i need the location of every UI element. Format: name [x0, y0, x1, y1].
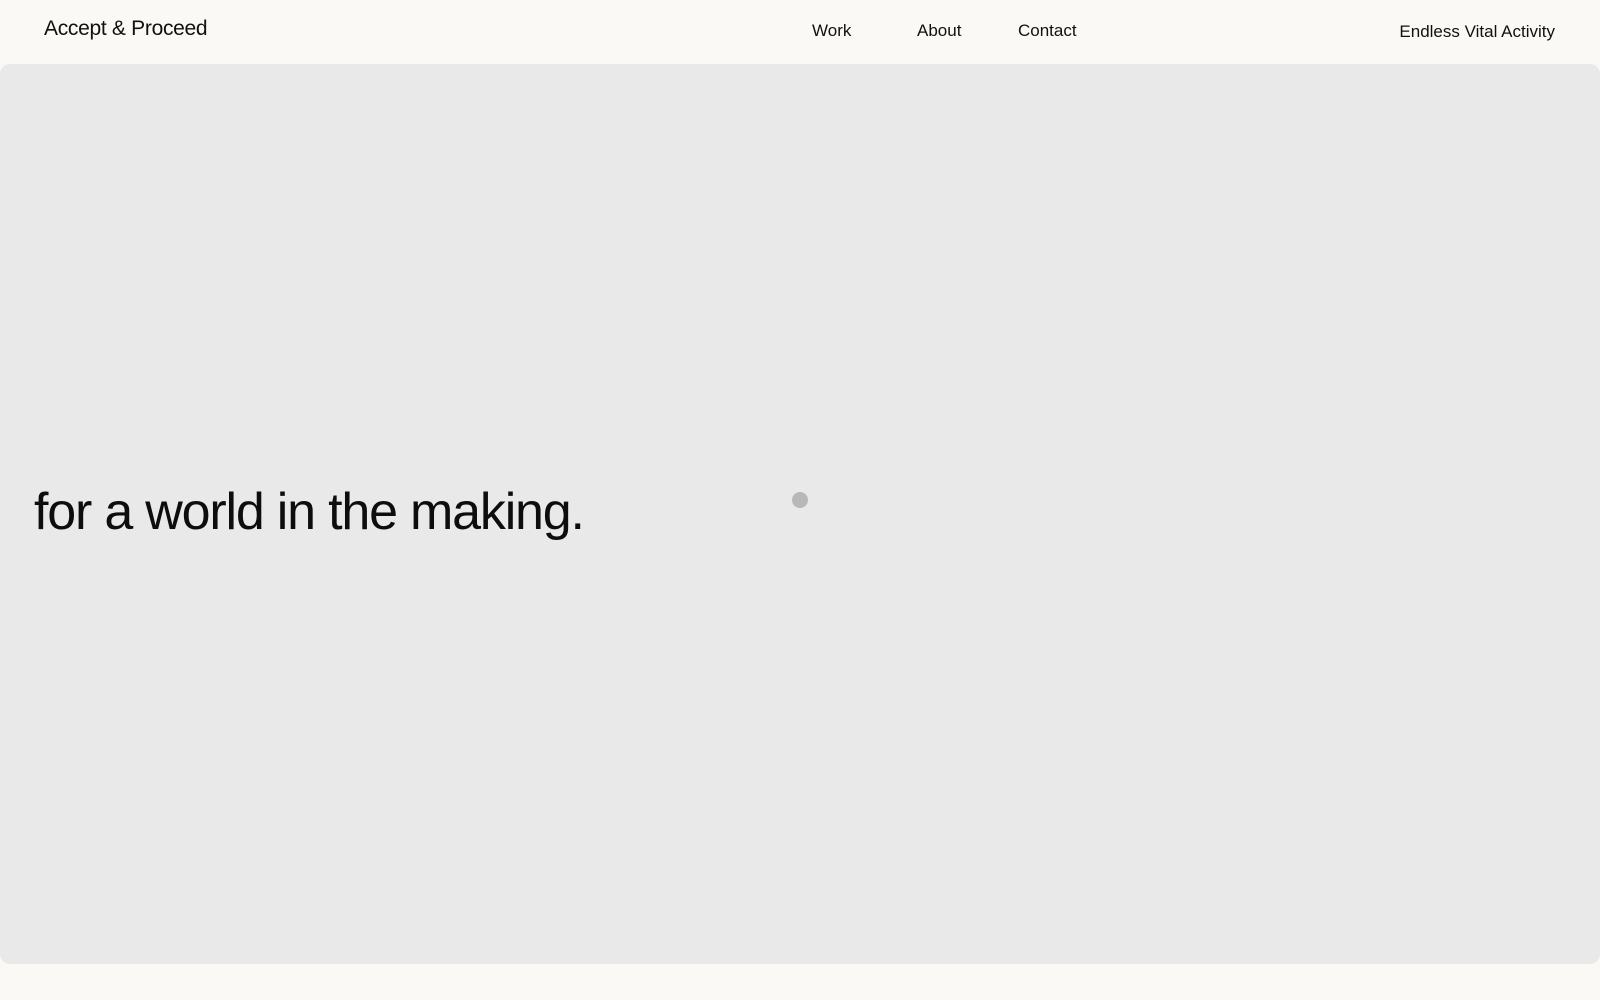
nav-about-link[interactable]: About: [917, 21, 961, 41]
site-header: Accept & Proceed Work About Contact Endl…: [0, 0, 1600, 64]
hero-section: for a world in the making.: [0, 64, 1600, 964]
logo-link[interactable]: Accept & Proceed: [44, 17, 208, 41]
hero-headline: for a world in the making.: [34, 483, 585, 541]
nav-work-link[interactable]: Work: [812, 21, 851, 41]
header-tagline: Endless Vital Activity: [1399, 22, 1555, 41]
cursor-dot-icon: [792, 492, 808, 508]
nav-contact-link[interactable]: Contact: [1018, 21, 1077, 41]
